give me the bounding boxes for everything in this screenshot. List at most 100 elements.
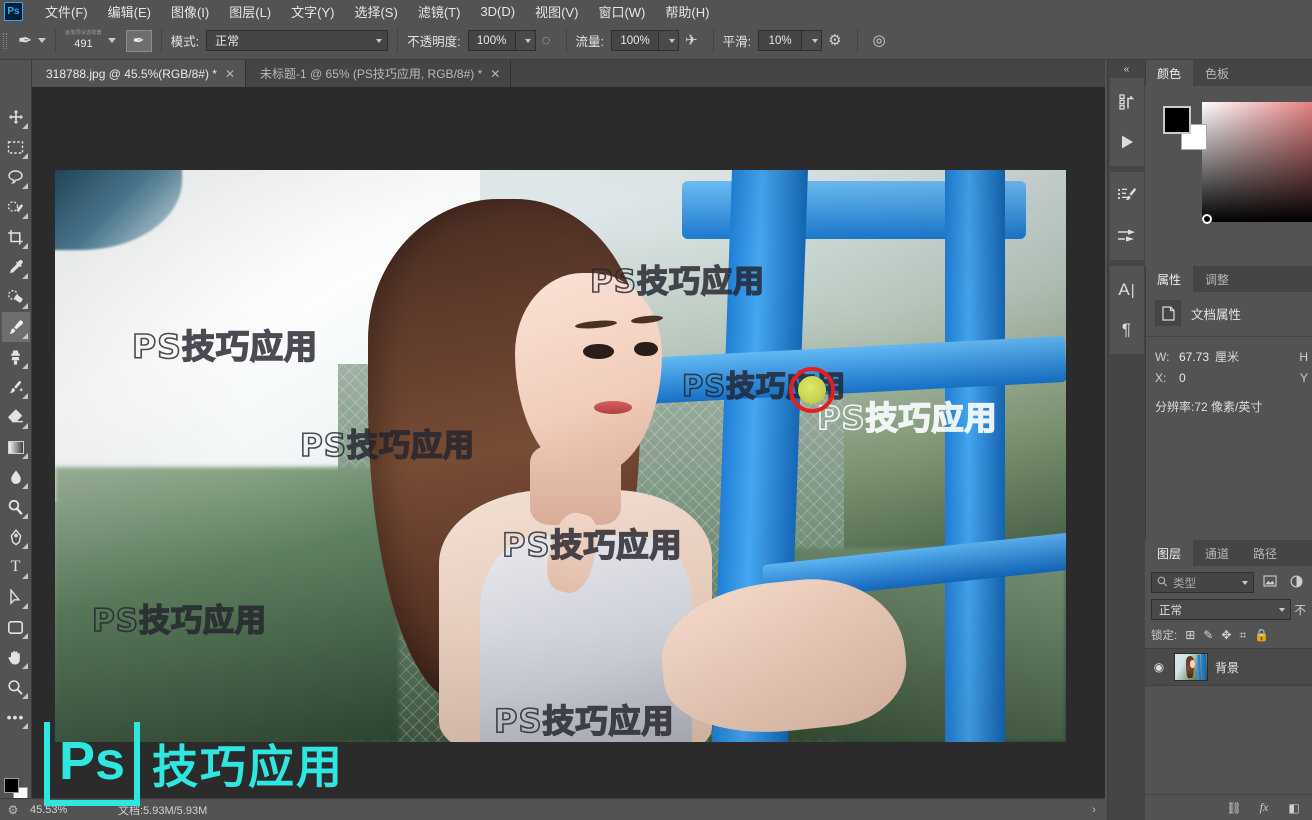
filter-adjustment-layers-icon[interactable] bbox=[1286, 575, 1306, 591]
thumb-bar bbox=[1200, 654, 1206, 680]
tab-color[interactable]: 颜色 bbox=[1145, 60, 1194, 86]
pen-tool[interactable] bbox=[2, 522, 30, 552]
blend-mode-label: 模式: bbox=[170, 35, 200, 49]
layer-row-background[interactable]: ◉ 背景 bbox=[1145, 648, 1312, 686]
symmetry-icon[interactable]: ◎ bbox=[873, 33, 886, 48]
character-panel-icon[interactable]: A | bbox=[1111, 270, 1143, 310]
menu-filter[interactable]: 滤镜(T) bbox=[408, 0, 471, 23]
menu-help[interactable]: 帮助(H) bbox=[655, 0, 719, 23]
path-selection-tool[interactable] bbox=[2, 582, 30, 612]
flow-stepper[interactable] bbox=[659, 30, 680, 51]
color-panel bbox=[1145, 86, 1312, 266]
spot-healing-brush-tool[interactable] bbox=[2, 282, 30, 312]
filter-pixel-layers-icon[interactable] bbox=[1260, 575, 1280, 590]
menu-window[interactable]: 窗口(W) bbox=[588, 0, 655, 23]
layer-blend-mode-select[interactable]: 正常 bbox=[1151, 599, 1291, 620]
menu-view[interactable]: 视图(V) bbox=[525, 0, 588, 23]
brush-tool[interactable] bbox=[1, 312, 30, 342]
tab-channels[interactable]: 通道 bbox=[1193, 540, 1242, 566]
history-panel-icon[interactable] bbox=[1111, 82, 1143, 122]
menu-type[interactable]: 文字(Y) bbox=[281, 0, 344, 23]
menu-layer[interactable]: 图层(L) bbox=[219, 0, 281, 23]
menu-edit[interactable]: 编辑(E) bbox=[98, 0, 161, 23]
close-icon[interactable]: ✕ bbox=[225, 67, 235, 81]
opacity-stepper[interactable] bbox=[515, 30, 536, 51]
x-label: X: bbox=[1155, 371, 1167, 385]
canvas-area[interactable]: PS技巧应用 PS技巧应用 PS技巧应用 PS技巧应用 PS技巧应用 PS技巧应用 PS技巧… bbox=[32, 88, 1105, 798]
lock-transparency-icon[interactable]: ⊞ bbox=[1185, 628, 1195, 642]
lock-position-icon[interactable]: ✥ bbox=[1221, 628, 1231, 642]
document-tab-1[interactable]: 318788.jpg @ 45.5%(RGB/8#) * ✕ bbox=[32, 60, 247, 87]
menu-image[interactable]: 图像(I) bbox=[161, 0, 219, 23]
blur-tool[interactable] bbox=[2, 462, 30, 492]
brush-preset-picker[interactable]: 画笔预设选取器 491 bbox=[65, 30, 101, 51]
brush-settings-toggle[interactable]: ✒ bbox=[125, 29, 152, 52]
x-value[interactable]: 0 bbox=[1179, 371, 1186, 385]
properties-header: 文档属性 bbox=[1145, 292, 1312, 332]
clone-stamp-tool[interactable] bbox=[2, 342, 30, 372]
width-value[interactable]: 67.73 bbox=[1179, 350, 1209, 364]
move-tool[interactable] bbox=[2, 102, 30, 132]
options-bar-grip[interactable] bbox=[0, 22, 10, 60]
quick-selection-tool[interactable] bbox=[2, 192, 30, 222]
foreground-color-swatch[interactable] bbox=[4, 778, 19, 793]
eraser-tool[interactable] bbox=[2, 402, 30, 432]
link-icon[interactable]: ⛓ bbox=[1226, 801, 1242, 815]
status-chevron-right-icon[interactable]: › bbox=[1083, 804, 1105, 816]
menu-3d[interactable]: 3D(D) bbox=[470, 2, 525, 21]
layer-name[interactable]: 背景 bbox=[1215, 659, 1239, 676]
rail-group-type: A | ¶ bbox=[1109, 266, 1144, 354]
lock-all-icon[interactable]: 🔒 bbox=[1254, 628, 1269, 642]
tab-adjustments[interactable]: 调整 bbox=[1193, 266, 1242, 292]
brush-settings-panel-icon[interactable] bbox=[1111, 216, 1143, 256]
color-ramp[interactable] bbox=[1202, 102, 1312, 222]
tab-paths[interactable]: 路径 bbox=[1241, 540, 1290, 566]
smoothing-input[interactable]: 10% bbox=[758, 30, 803, 51]
layer-filter-select[interactable]: 类型 bbox=[1151, 572, 1254, 593]
mask-icon[interactable]: ◧ bbox=[1286, 801, 1302, 815]
smoothing-stepper[interactable] bbox=[802, 30, 823, 51]
menu-file[interactable]: 文件(F) bbox=[35, 0, 98, 23]
channel-logo-mark: Ps bbox=[44, 722, 140, 806]
gear-icon[interactable]: ⚙ bbox=[828, 33, 841, 48]
type-tool[interactable]: T bbox=[2, 552, 30, 582]
opacity-label: 不透明度: bbox=[407, 35, 461, 49]
layers-panel-tabs: 图层 通道 路径 bbox=[1145, 540, 1312, 566]
tab-swatches[interactable]: 色板 bbox=[1193, 60, 1242, 86]
collapse-panels-icon[interactable]: « bbox=[1108, 60, 1146, 78]
rectangular-marquee-tool[interactable] bbox=[2, 132, 30, 162]
annotation-brush-dab bbox=[798, 376, 826, 404]
pressure-opacity-icon[interactable]: ◌ bbox=[542, 33, 551, 48]
close-icon[interactable]: ✕ bbox=[490, 67, 500, 81]
blend-mode-select[interactable]: 正常 bbox=[206, 30, 389, 51]
flow-input[interactable]: 100% bbox=[611, 30, 660, 51]
hand-tool[interactable] bbox=[2, 642, 30, 672]
actions-panel-icon[interactable] bbox=[1111, 122, 1143, 162]
layer-visibility-icon[interactable]: ◉ bbox=[1151, 660, 1167, 674]
document-tab-2[interactable]: 未标题-1 @ 65% (PS技巧应用, RGB/8#) * ✕ bbox=[246, 60, 512, 87]
status-settings-icon[interactable]: ⚙ bbox=[0, 803, 26, 817]
tab-properties[interactable]: 属性 bbox=[1145, 266, 1194, 292]
zoom-tool[interactable] bbox=[2, 672, 30, 702]
lasso-tool[interactable] bbox=[2, 162, 30, 192]
history-brush-tool[interactable] bbox=[2, 372, 30, 402]
lock-artboard-icon[interactable]: ⌗ bbox=[1239, 628, 1246, 643]
gradient-tool[interactable] bbox=[2, 432, 30, 462]
brushes-panel-icon[interactable] bbox=[1111, 176, 1143, 216]
lock-image-icon[interactable]: ✎ bbox=[1203, 628, 1213, 642]
layer-blend-chevron-down-icon bbox=[1278, 607, 1285, 612]
crop-tool[interactable] bbox=[2, 222, 30, 252]
paragraph-panel-icon[interactable]: ¶ bbox=[1111, 310, 1143, 350]
tab-layers[interactable]: 图层 bbox=[1145, 540, 1194, 566]
rectangle-tool[interactable] bbox=[2, 612, 30, 642]
menu-select[interactable]: 选择(S) bbox=[344, 0, 407, 23]
panel-foreground-color-swatch[interactable] bbox=[1163, 106, 1191, 134]
fx-icon[interactable]: fx bbox=[1256, 800, 1272, 815]
opacity-input[interactable]: 100% bbox=[467, 30, 516, 51]
edit-toolbar-tool[interactable]: ••• bbox=[2, 702, 30, 732]
airbrush-icon[interactable]: ✈ bbox=[685, 33, 698, 48]
eyedropper-tool[interactable] bbox=[2, 252, 30, 282]
tool-preset-chevron-down-icon[interactable] bbox=[38, 38, 47, 43]
dodge-tool[interactable] bbox=[2, 492, 30, 522]
brush-preset-chevron-down-icon[interactable] bbox=[107, 38, 116, 43]
